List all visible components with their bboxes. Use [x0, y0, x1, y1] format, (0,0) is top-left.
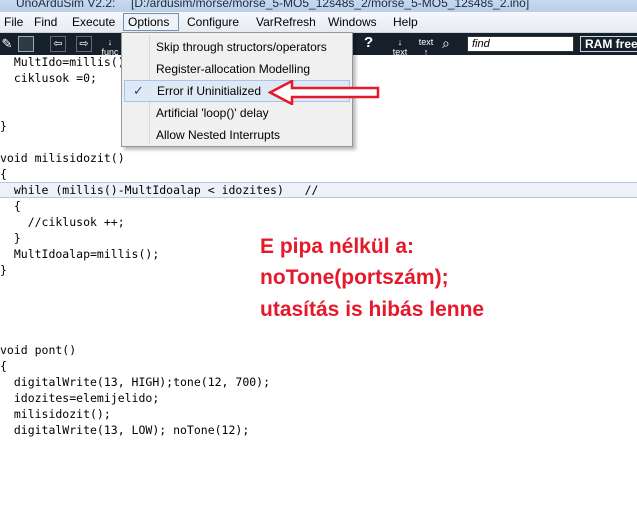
text-label-2: text — [418, 37, 434, 47]
text-button-2[interactable]: text ↑ — [416, 37, 436, 57]
code-line: void pont() — [0, 343, 77, 357]
menu-item-label: Artificial 'loop()' delay — [156, 106, 269, 120]
edit-icon[interactable]: ✎ — [0, 35, 14, 53]
menu-help[interactable]: Help — [389, 13, 422, 31]
menu-execute[interactable]: Execute — [68, 13, 119, 31]
annotation-arrow-icon — [268, 80, 380, 105]
step-into-func-button[interactable]: ↓ func — [100, 37, 120, 57]
help-icon[interactable]: ? — [364, 34, 373, 51]
code-line: digitalWrite(13, HIGH);tone(12, 700); — [0, 375, 271, 389]
app-title: UnoArduSim V2.2: — [16, 0, 116, 10]
menu-options[interactable]: Options — [123, 13, 179, 31]
code-line: idozites=elemijelido; — [0, 391, 160, 405]
text-button-1[interactable]: ↓ text — [390, 37, 410, 57]
code-line: } — [0, 119, 7, 133]
code-line: //ciklusok ++; — [0, 215, 125, 229]
menu-item-label: Allow Nested Interrupts — [156, 128, 281, 142]
code-line: while (millis()-MultIdoalap < idozites) … — [0, 183, 319, 197]
save-icon[interactable] — [18, 36, 34, 52]
code-line: { — [0, 199, 21, 213]
arrow-down-icon: ↓ — [397, 37, 403, 47]
menu-windows[interactable]: Windows — [324, 13, 381, 31]
menu-item-label: Error if Uninitialized — [157, 84, 262, 98]
menu-bar: File Find Execute Options Configure VarR… — [0, 12, 637, 33]
annotation-line-3: utasítás is hibás lenne — [260, 298, 485, 321]
binoculars-icon[interactable]: ⌕ — [442, 35, 450, 52]
menu-varrefresh[interactable]: VarRefresh — [252, 13, 320, 31]
file-path: [D:/ardusim/morse/morse_5-MO5_12s48s_2/m… — [131, 0, 530, 10]
right-arrow-icon: ⇨ — [79, 38, 89, 50]
down-arrow-icon: ↓ — [107, 37, 113, 47]
menu-item-label: Register-allocation Modelling — [156, 62, 311, 76]
code-line: } — [0, 263, 7, 277]
menu-configure[interactable]: Configure — [183, 13, 243, 31]
checkmark-icon: ✓ — [133, 83, 144, 98]
left-arrow-icon: ⇦ — [53, 38, 63, 50]
annotation-line-1: E pipa nélkül a: — [260, 235, 415, 258]
code-line: milisidozit(); — [0, 407, 111, 421]
ram-free-label: RAM free — [580, 36, 637, 52]
code-line: { — [0, 359, 7, 373]
annotation-line-2: noTone(portszám); — [260, 266, 449, 289]
code-line: MultIdo=millis(); — [0, 55, 132, 69]
menu-item-allow-nested-interrupts[interactable]: Allow Nested Interrupts — [124, 124, 350, 146]
menu-item-label: Skip through structors/operators — [156, 40, 327, 54]
menu-item-register-allocation[interactable]: Register-allocation Modelling — [124, 58, 350, 80]
code-line: } — [0, 231, 21, 245]
find-input[interactable]: find — [467, 36, 574, 52]
menu-find[interactable]: Find — [30, 13, 61, 31]
title-bar: UnoArduSim V2.2: [D:/ardusim/morse/morse… — [0, 0, 637, 12]
menu-file[interactable]: File — [0, 13, 27, 31]
code-line: MultIdoalap=millis(); — [0, 247, 160, 261]
code-line: void milisidozit() — [0, 151, 125, 165]
code-line: digitalWrite(13, LOW); noTone(12); — [0, 423, 250, 437]
menu-item-skip-structors[interactable]: Skip through structors/operators — [124, 36, 350, 58]
menu-item-artificial-loop-delay[interactable]: Artificial 'loop()' delay — [124, 102, 350, 124]
code-line: ciklusok =0; — [0, 71, 97, 85]
code-line: { — [0, 167, 7, 181]
